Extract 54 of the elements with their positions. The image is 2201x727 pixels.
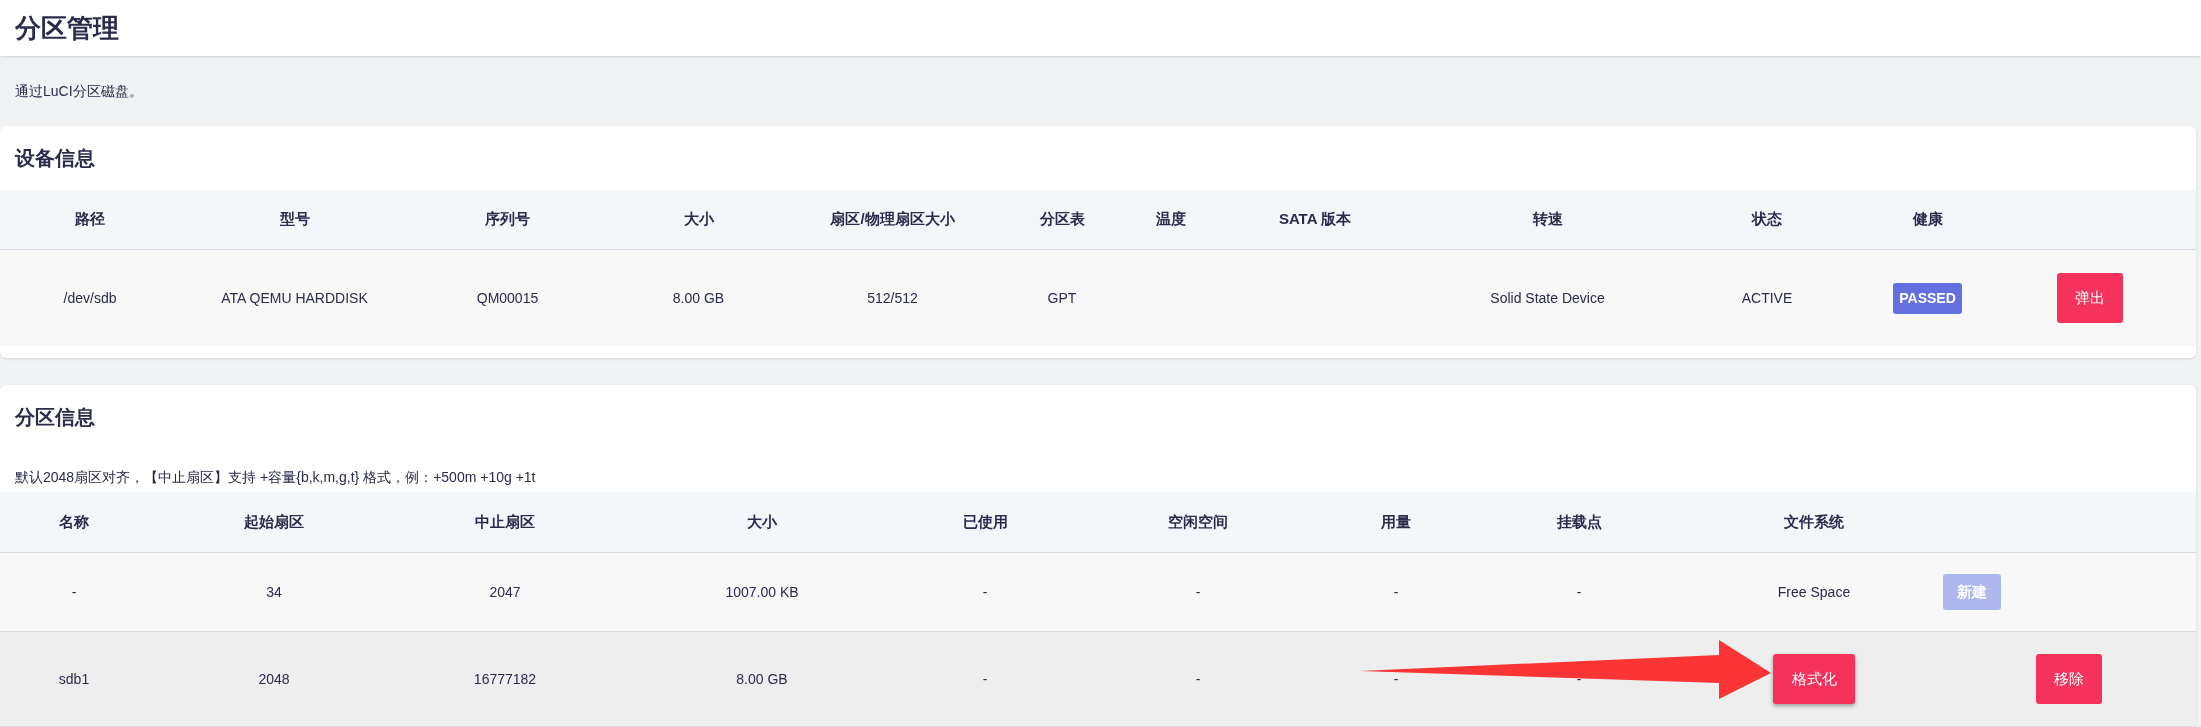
column-header: 起始扇区 <box>244 511 304 532</box>
column-header: 扇区/物理扇区大小 <box>830 209 955 230</box>
column-header: 健康 <box>1912 209 1943 230</box>
table-cell-text: - <box>1195 582 1201 602</box>
table-cell-text: - <box>1393 582 1399 602</box>
table-cell-text: 512/512 <box>867 288 918 308</box>
column-header: 文件系统 <box>1784 511 1844 532</box>
table-cell-text: - <box>982 582 988 602</box>
column-header: 转速 <box>1532 209 1563 230</box>
column-header: 序列号 <box>485 209 530 230</box>
remove-button[interactable]: 移除 <box>2036 654 2102 704</box>
table-cell-text: 2048 <box>258 669 290 689</box>
table-cell-text: ACTIVE <box>1741 288 1793 308</box>
page-description: 通过LuCI分区磁盘。 <box>15 81 143 101</box>
eject-button[interactable]: 弹出 <box>2057 273 2123 323</box>
table-cell-text: - <box>1393 669 1399 689</box>
table-cell-text: 1007.00 KB <box>725 582 799 602</box>
page-title: 分区管理 <box>15 11 119 45</box>
column-header: 大小 <box>747 511 777 532</box>
table-cell-text: - <box>1195 669 1201 689</box>
column-header: 已使用 <box>962 511 1008 532</box>
table-cell-text: ATA QEMU HARDDISK <box>221 288 368 308</box>
column-header: 名称 <box>59 511 89 532</box>
column-header: 空闲空间 <box>1168 511 1228 532</box>
table-cell-text: - <box>71 582 77 602</box>
column-header: SATA 版本 <box>1278 209 1352 230</box>
column-header: 状态 <box>1752 209 1782 230</box>
table-cell-text: - <box>1576 582 1582 602</box>
column-header: 挂载点 <box>1556 511 1602 532</box>
table-cell-text: /dev/sdb <box>63 288 117 308</box>
format-note: 默认2048扇区对齐，【中止扇区】支持 +容量{b,k,m,g,t} 格式，例：+500m +10g +1t <box>15 468 536 487</box>
status-badge: PASSED <box>1893 282 1962 314</box>
section-title: 分区信息 <box>15 405 95 430</box>
column-header: 温度 <box>1156 209 1186 230</box>
table-cell-text: QM00015 <box>476 288 539 308</box>
format-button[interactable]: 格式化 <box>1773 654 1855 704</box>
table-cell-text: 8.00 GB <box>672 288 725 308</box>
table-cell-text: Free Space <box>1777 582 1851 602</box>
table-cell-text: - <box>1576 669 1582 689</box>
column-header: 型号 <box>279 209 310 230</box>
table-cell-text: 2047 <box>489 582 521 602</box>
column-header: 分区表 <box>1039 209 1085 230</box>
column-header: 用量 <box>1381 511 1411 532</box>
table-cell-text: Solid State Device <box>1490 288 1605 308</box>
column-header: 路径 <box>75 209 105 230</box>
table-cell-text: 8.00 GB <box>736 669 788 689</box>
column-header: 中止扇区 <box>475 511 535 532</box>
table-cell-text: GPT <box>1047 288 1077 308</box>
table-cell-text: 34 <box>266 582 282 602</box>
table-cell-text: sdb1 <box>58 669 90 689</box>
column-header: 大小 <box>683 209 714 230</box>
table-cell-text: 16777182 <box>473 669 537 689</box>
table-cell-text: - <box>982 669 988 689</box>
section-title: 设备信息 <box>15 146 95 171</box>
